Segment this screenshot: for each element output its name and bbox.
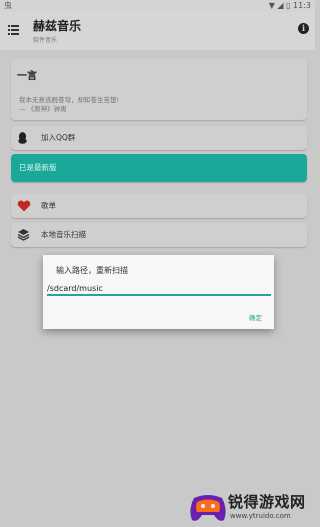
menu-icon[interactable]	[8, 25, 19, 35]
latest-version-banner[interactable]: 已是最新版	[11, 154, 307, 182]
quote-title: 一言	[17, 71, 37, 82]
status-right: ▼ ◢ ▯ 11:3	[268, 1, 311, 10]
info-icon[interactable]: i	[298, 23, 309, 34]
watermark-url: www.ytruido.com	[230, 512, 291, 520]
rescan-dialog: 输入路径，重新扫描 确定	[43, 255, 274, 329]
app-title: 赫兹音乐	[33, 19, 82, 33]
gamepad-logo-icon	[190, 495, 226, 521]
watermark-name: 锐得游戏网	[228, 493, 306, 511]
dialog-title: 输入路径，重新扫描	[56, 266, 128, 275]
quote-card[interactable]: 一言 我本无意逃脱苍穹，却知苍生苦楚! — 《原神》钟离	[11, 59, 307, 120]
layers-icon	[17, 229, 30, 241]
playlist-label: 歌单	[41, 201, 56, 210]
join-qq-row[interactable]: 加入QQ群	[11, 126, 307, 150]
quote-source: — 《原神》钟离	[19, 105, 67, 113]
playlist-row[interactable]: 歌单	[11, 194, 307, 218]
app-bar: 赫兹音乐 软件音乐 i	[0, 12, 315, 50]
join-qq-label: 加入QQ群	[41, 133, 76, 142]
path-input[interactable]	[47, 282, 271, 296]
local-scan-row[interactable]: 本地音乐扫描	[11, 223, 307, 247]
app-subtitle: 软件音乐	[33, 37, 58, 44]
qq-penguin-icon	[18, 132, 27, 144]
local-scan-label: 本地音乐扫描	[41, 230, 86, 239]
status-left: 虫	[4, 1, 12, 10]
latest-version-label: 已是最新版	[19, 163, 57, 172]
confirm-button[interactable]: 确定	[249, 312, 262, 322]
status-bar: 虫 ▼ ◢ ▯ 11:3	[0, 0, 315, 12]
heart-icon	[17, 200, 31, 212]
